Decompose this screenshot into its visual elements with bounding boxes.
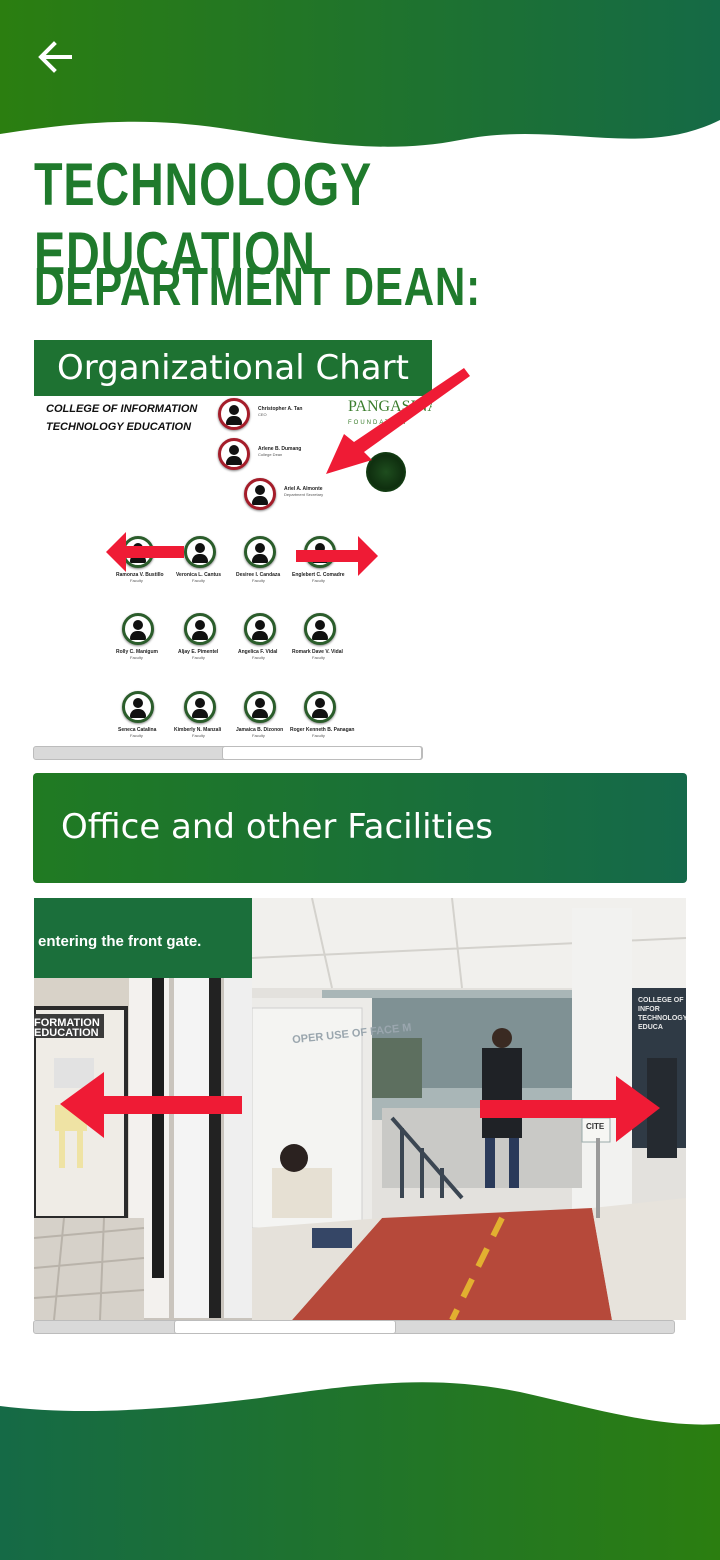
section-heading-department-dean: DEPARTMENT DEAN:	[34, 257, 481, 317]
photo-caption-text: r entering the front gate.	[34, 933, 202, 950]
facilities-scrollbar[interactable]	[33, 1320, 675, 1334]
arrow-left-icon	[38, 41, 72, 73]
arrow-right-icon	[296, 536, 378, 576]
arrow-left-icon	[60, 1072, 242, 1138]
facilities-title: Office and other Facilities	[61, 807, 493, 847]
facilities-banner: Office and other Facilities	[33, 773, 687, 883]
facilities-scrollbar-thumb[interactable]	[174, 1320, 396, 1334]
arrow-left-icon	[106, 532, 184, 572]
org-chart-scrollbar-thumb[interactable]	[222, 746, 422, 760]
office-sign-text: FORMATION EDUCATION	[34, 1017, 100, 1039]
arrow-down-left-icon	[326, 368, 470, 474]
footer-wave-background	[0, 1382, 720, 1560]
org-chart-scrollbar[interactable]	[33, 746, 423, 760]
header-wave-background	[0, 0, 720, 147]
back-button[interactable]	[30, 32, 84, 82]
arrow-right-icon	[480, 1076, 660, 1142]
college-sign-text: COLLEGE OF INFOR TECHNOLOGY EDUCA	[638, 997, 686, 1031]
photo-caption: r entering the front gate.	[34, 898, 252, 978]
